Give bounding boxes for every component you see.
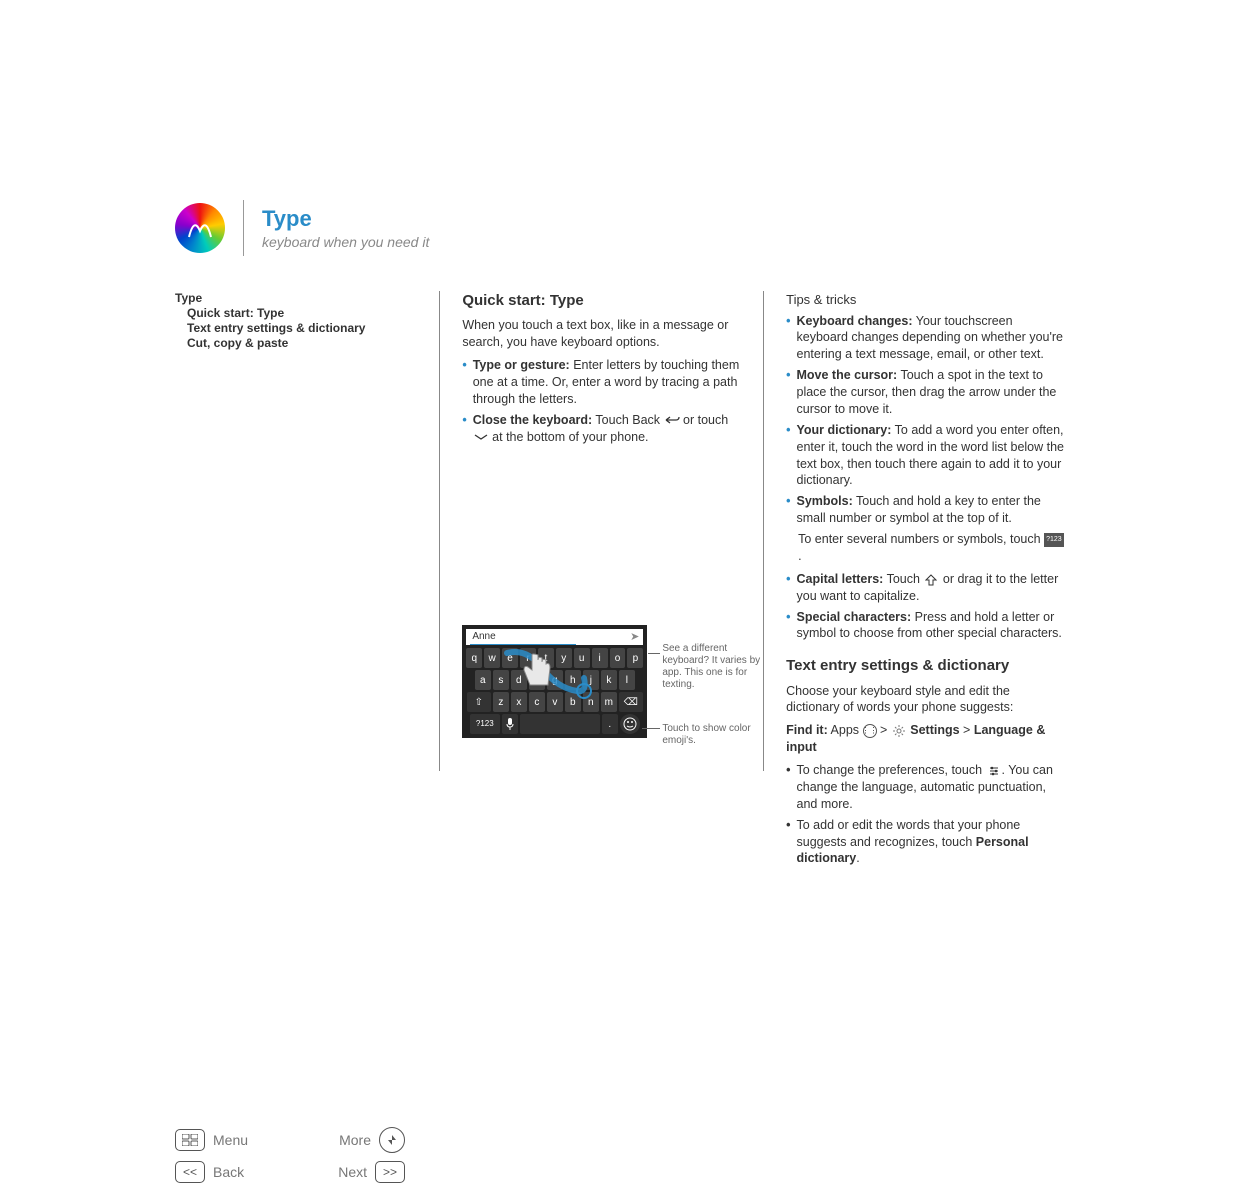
tip-capital-letters: Capital letters: Touch or drag it to the… [786, 571, 1065, 605]
keyboard-input-text: Anne [470, 630, 575, 645]
section-heading-quickstart: Quick start: Type [462, 291, 741, 311]
next-icon[interactable]: >> [375, 1161, 405, 1183]
section-heading-settings: Text entry settings & dictionary [786, 656, 1065, 676]
menu-icon[interactable] [175, 1129, 205, 1151]
tip-move-cursor: Move the cursor: Touch a spot in the tex… [786, 367, 1065, 418]
key-c: c [529, 692, 545, 712]
menu-label[interactable]: Menu [213, 1132, 248, 1148]
key-space [520, 714, 600, 734]
page-title: Type [262, 206, 429, 232]
find-it-path: Find it: Apps ⋮⋮ > Settings > Language &… [786, 722, 1065, 756]
key-h: h [565, 670, 581, 690]
settings-intro: Choose your keyboard style and edit the … [786, 683, 1065, 717]
key-u: u [574, 648, 590, 668]
intro-text: When you touch a text box, like in a mes… [462, 317, 741, 351]
key-p: p [627, 648, 643, 668]
tip-symbols-extra: To enter several numbers or symbols, tou… [798, 531, 1065, 565]
back-label[interactable]: Back [213, 1164, 244, 1180]
column-divider-1 [439, 291, 440, 771]
key-x: x [511, 692, 527, 712]
callout-different-keyboard: See a different keyboard? It varies by a… [662, 643, 762, 691]
bullet-personal-dict: To add or edit the words that your phone… [786, 817, 1065, 868]
key-n: n [583, 692, 599, 712]
keyboard-row-3: ⇧ z x c v b n m ⌫ [466, 692, 643, 712]
key-dot: . [602, 714, 618, 734]
key-v: v [547, 692, 563, 712]
back-icon[interactable]: << [175, 1161, 205, 1183]
key-mic [502, 714, 518, 734]
next-label[interactable]: Next [338, 1164, 367, 1180]
key-b: b [565, 692, 581, 712]
key-i: i [592, 648, 608, 668]
key-backspace: ⌫ [619, 692, 643, 712]
apps-icon: ⋮⋮ [863, 724, 877, 738]
tips-heading: Tips & tricks [786, 291, 1065, 309]
more-icon[interactable] [379, 1127, 405, 1153]
key-q: q [466, 648, 482, 668]
key-o: o [610, 648, 626, 668]
key-l: l [619, 670, 635, 690]
bullet-close-keyboard: Close the keyboard: Touch Back or touch … [462, 412, 741, 446]
tip-symbols: Symbols: Touch and hold a key to enter t… [786, 493, 1065, 527]
tip-keyboard-changes: Keyboard changes: Your touchscreen keybo… [786, 313, 1065, 364]
gear-icon [891, 724, 907, 738]
toc-item-quickstart[interactable]: Quick start: Type [175, 306, 407, 320]
keyboard-illustration: Anne ➤ q w e r t y u i o [462, 625, 647, 738]
tip-special-characters: Special characters: Press and hold a let… [786, 609, 1065, 643]
send-icon: ➤ [630, 630, 639, 645]
key-w: w [484, 648, 500, 668]
key-m: m [601, 692, 617, 712]
more-label[interactable]: More [339, 1132, 371, 1148]
bullet-change-prefs: To change the preferences, touch . You c… [786, 762, 1065, 813]
callout-line-2 [642, 728, 660, 729]
key-a: a [475, 670, 491, 690]
back-arrow-icon [664, 413, 680, 427]
motorola-logo [175, 203, 225, 253]
toc-item-cutcopypaste[interactable]: Cut, copy & paste [175, 336, 407, 350]
tip-your-dictionary: Your dictionary: To add a word you enter… [786, 422, 1065, 490]
shift-icon [923, 573, 939, 587]
callout-line-1 [648, 653, 660, 654]
key-numbers: ?123 [470, 714, 500, 734]
numbers-key-icon: ?123 [1044, 533, 1064, 547]
page-subtitle: keyboard when you need it [262, 234, 429, 250]
pointer-hand-icon [520, 650, 560, 695]
keyboard-row-4: ?123 . [466, 714, 643, 734]
header-divider [243, 200, 244, 256]
toc-item-settings[interactable]: Text entry settings & dictionary [175, 321, 407, 335]
key-j: j [583, 670, 599, 690]
key-k: k [601, 670, 617, 690]
bullet-type-gesture: Type or gesture: Enter letters by touchi… [462, 357, 741, 408]
column-divider-2 [763, 291, 764, 771]
callout-emoji: Touch to show color emoji's. [662, 723, 762, 747]
chevron-down-icon [473, 430, 489, 444]
key-shift: ⇧ [467, 692, 491, 712]
key-s: s [493, 670, 509, 690]
key-z: z [493, 692, 509, 712]
key-e: e [502, 648, 518, 668]
key-emoji [620, 714, 640, 734]
sliders-icon [986, 764, 1002, 778]
toc-title[interactable]: Type [175, 291, 407, 305]
